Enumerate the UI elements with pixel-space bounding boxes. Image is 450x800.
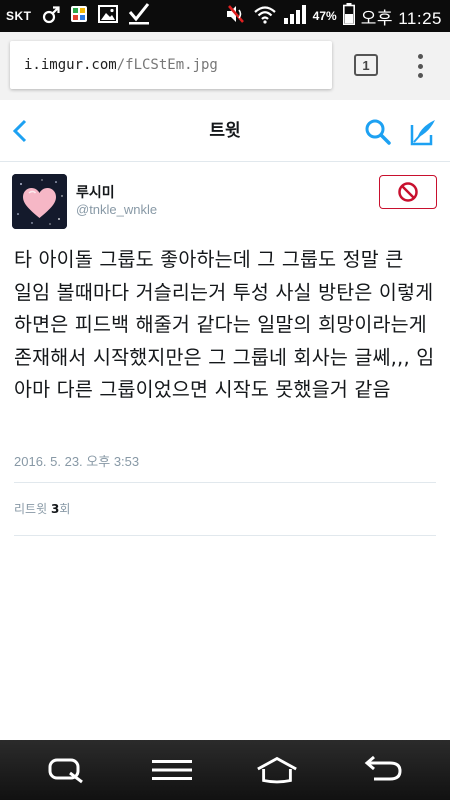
browser-toolbar: i.imgur.com/fLCStEm.jpg 1 — [0, 32, 450, 100]
avatar[interactable] — [12, 174, 67, 229]
status-right-group: 47% 오후 11:25 — [225, 0, 442, 32]
divider — [14, 482, 436, 483]
signal-icon — [283, 4, 307, 28]
search-icon[interactable] — [364, 118, 392, 146]
url-path: /fLCStEm.jpg — [116, 57, 218, 73]
tweet-text: 타 아이돌 그룹도 좋아하는데 그 그룹도 정말 큰 일임 볼때마다 거슬리는거… — [14, 248, 435, 401]
compose-tweet-icon[interactable] — [408, 117, 438, 147]
status-bar: SKT 47% 오후 11:25 — [0, 0, 450, 32]
gallery-icon — [97, 5, 118, 27]
retweet-label: 리트윗 — [14, 502, 48, 516]
wifi-icon — [253, 4, 277, 28]
blocked-button[interactable] — [379, 175, 437, 209]
navigation-bar — [0, 740, 450, 800]
status-left-group: SKT — [6, 0, 150, 32]
divider — [14, 535, 436, 536]
battery-icon — [342, 3, 355, 29]
block-icon — [398, 182, 418, 202]
male-symbol-icon — [42, 4, 60, 28]
url-bar[interactable]: i.imgur.com/fLCStEm.jpg — [10, 41, 332, 89]
clock: 오후 11:25 — [360, 8, 442, 28]
recent-apps-icon[interactable] — [44, 754, 88, 786]
user-handle[interactable]: @tnkle_wnkle — [76, 202, 157, 217]
display-name[interactable]: 루시미 — [76, 182, 115, 202]
tweet-timestamp: 2016. 5. 23. 오후 3:53 — [14, 454, 140, 469]
retweet-count-row[interactable]: 리트윗 3회 — [14, 500, 70, 517]
mute-icon — [225, 4, 247, 28]
store-icon — [70, 5, 88, 27]
url-host: i.imgur.com — [24, 57, 117, 73]
tabs-button[interactable]: 1 — [354, 54, 378, 76]
download-check-icon — [128, 3, 150, 29]
battery-percent: 47% — [312, 9, 337, 23]
home-icon[interactable] — [255, 754, 299, 786]
back-arrow-icon[interactable] — [10, 118, 32, 144]
overflow-menu-icon[interactable] — [408, 52, 432, 80]
back-icon[interactable] — [360, 754, 404, 786]
retweet-unit: 회 — [59, 502, 71, 516]
carrier-label: SKT — [6, 9, 32, 23]
tweet-header: 트윗 — [0, 100, 450, 162]
menu-icon[interactable] — [150, 754, 194, 786]
